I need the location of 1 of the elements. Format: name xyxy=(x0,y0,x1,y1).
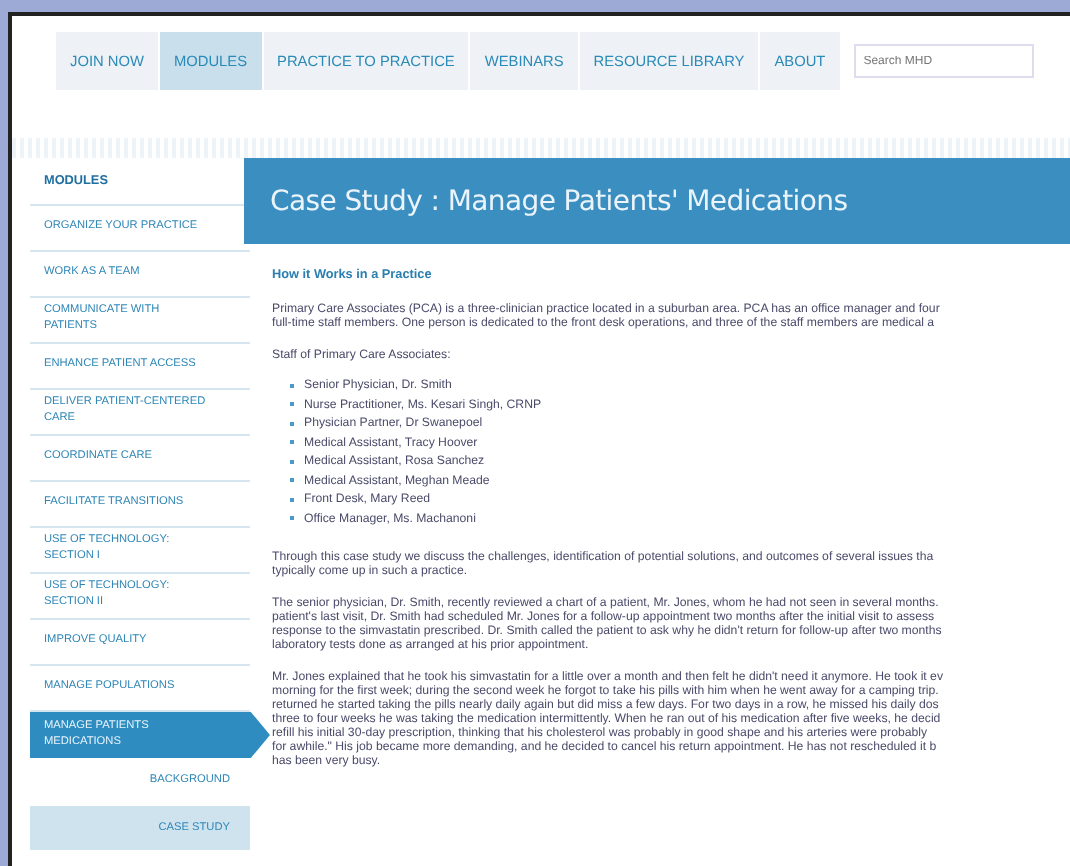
page-title: Case Study : Manage Patients' Medications xyxy=(244,158,1070,244)
